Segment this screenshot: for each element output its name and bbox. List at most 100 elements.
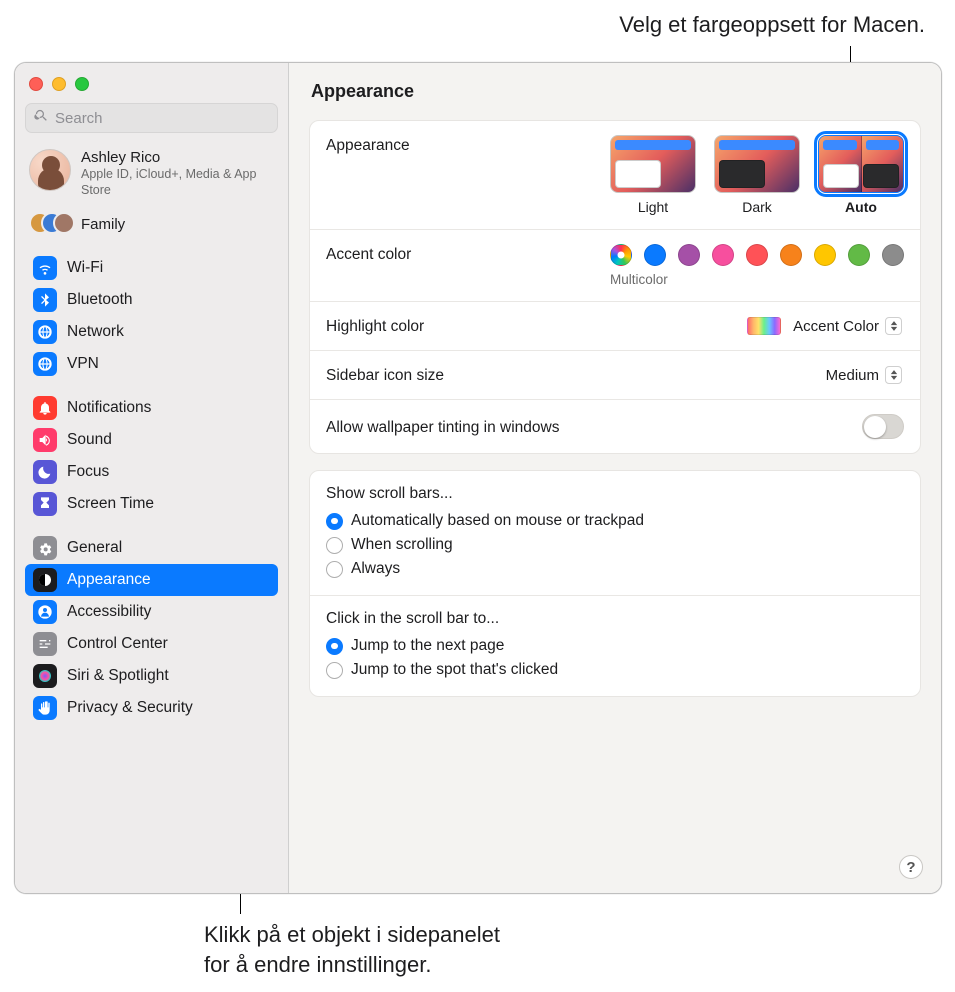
tinting-toggle[interactable] bbox=[862, 414, 904, 439]
radio-icon bbox=[326, 561, 343, 578]
radio-icon bbox=[326, 638, 343, 655]
sidebar-item-label: Accessibility bbox=[67, 603, 151, 621]
radio-label: Jump to the next page bbox=[351, 637, 504, 655]
sidebar-item-label: Appearance bbox=[67, 571, 151, 589]
highlight-swatch bbox=[747, 317, 781, 335]
sidebar-item-label: Wi-Fi bbox=[67, 259, 103, 277]
sidebar-item-notifications[interactable]: Notifications bbox=[25, 392, 278, 424]
sidebar-item-network[interactable]: Network bbox=[25, 316, 278, 348]
apple-id-row[interactable]: Ashley Rico Apple ID, iCloud+, Media & A… bbox=[25, 147, 278, 206]
accent-green[interactable] bbox=[848, 244, 870, 266]
sidebar-item-wifi[interactable]: Wi-Fi bbox=[25, 252, 278, 284]
moon-icon bbox=[33, 460, 57, 484]
scrollclick-title: Click in the scroll bar to... bbox=[326, 610, 904, 628]
sidebar-item-label: Siri & Spotlight bbox=[67, 667, 169, 685]
settings-window: Ashley Rico Apple ID, iCloud+, Media & A… bbox=[14, 62, 942, 894]
help-button[interactable]: ? bbox=[899, 855, 923, 879]
search-input[interactable] bbox=[55, 110, 269, 127]
sidebar-item-label: Screen Time bbox=[67, 495, 154, 513]
accent-multicolor[interactable] bbox=[610, 244, 632, 266]
main-pane: Appearance Appearance Light Dark Auto Acce… bbox=[289, 63, 941, 893]
bell-icon bbox=[33, 396, 57, 420]
sidebar-item-label: Control Center bbox=[67, 635, 168, 653]
sidebar-item-bluetooth[interactable]: Bluetooth bbox=[25, 284, 278, 316]
appearance-option-label: Light bbox=[610, 199, 696, 215]
close-button[interactable] bbox=[29, 77, 43, 91]
chevron-updown-icon bbox=[885, 366, 902, 384]
sidebar: Ashley Rico Apple ID, iCloud+, Media & A… bbox=[15, 63, 289, 893]
sidebar-item-label: General bbox=[67, 539, 122, 557]
radio-icon bbox=[326, 537, 343, 554]
accent-graphite[interactable] bbox=[882, 244, 904, 266]
highlight-popup[interactable]: Accent Color bbox=[747, 317, 904, 335]
appearance-panel: Appearance LightDarkAuto Accent color Mu… bbox=[309, 120, 921, 454]
radio-label: Automatically based on mouse or trackpad bbox=[351, 512, 644, 530]
speaker-icon bbox=[33, 428, 57, 452]
scrollclick-option-1[interactable]: Jump to the spot that's clicked bbox=[326, 658, 904, 682]
sidebar-item-label: VPN bbox=[67, 355, 99, 373]
sidebar-item-accessibility[interactable]: Accessibility bbox=[25, 596, 278, 628]
sidebar-item-label: Bluetooth bbox=[67, 291, 133, 309]
scrollclick-option-0[interactable]: Jump to the next page bbox=[326, 634, 904, 658]
appearance-option-auto[interactable]: Auto bbox=[818, 135, 904, 215]
minimize-button[interactable] bbox=[52, 77, 66, 91]
appearance-label: Appearance bbox=[326, 135, 410, 155]
appearance-options: Light Dark Auto bbox=[610, 135, 904, 215]
scrollbars-option-2[interactable]: Always bbox=[326, 557, 904, 581]
siri-icon bbox=[33, 664, 57, 688]
accent-purple[interactable] bbox=[678, 244, 700, 266]
sidebar-item-screentime[interactable]: Screen Time bbox=[25, 488, 278, 520]
sidebar-item-controlcenter[interactable]: Control Center bbox=[25, 628, 278, 660]
sidebar-item-label: Sound bbox=[67, 431, 112, 449]
scrollclick-group: Click in the scroll bar to... Jump to th… bbox=[310, 596, 920, 696]
search-field[interactable] bbox=[25, 103, 278, 133]
account-name: Ashley Rico bbox=[81, 149, 274, 166]
accent-orange[interactable] bbox=[780, 244, 802, 266]
sidebar-item-general[interactable]: General bbox=[25, 532, 278, 564]
wifi-icon bbox=[33, 256, 57, 280]
sidebar-item-sound[interactable]: Sound bbox=[25, 424, 278, 456]
highlight-value: Accent Color bbox=[793, 318, 879, 335]
accent-blue[interactable] bbox=[644, 244, 666, 266]
callout-bottom: Klikk på et objekt i sidepanelet for å e… bbox=[204, 920, 500, 979]
sidebar-size-value: Medium bbox=[826, 367, 879, 384]
radio-label: When scrolling bbox=[351, 536, 453, 554]
scrollbars-title: Show scroll bars... bbox=[326, 485, 904, 503]
appearance-option-label: Dark bbox=[714, 199, 800, 215]
accent-red[interactable] bbox=[746, 244, 768, 266]
callout-top: Velg et fargeoppsett for Macen. bbox=[619, 12, 925, 38]
globe-icon bbox=[33, 352, 57, 376]
search-icon bbox=[34, 108, 55, 128]
sidebar-item-appearance[interactable]: Appearance bbox=[25, 564, 278, 596]
sidebar-item-privacy[interactable]: Privacy & Security bbox=[25, 692, 278, 724]
hourglass-icon bbox=[33, 492, 57, 516]
sidebar-item-focus[interactable]: Focus bbox=[25, 456, 278, 488]
sidebar-nav: Wi-Fi Bluetooth Network VPN Notification… bbox=[25, 252, 278, 891]
window-controls bbox=[25, 73, 278, 103]
avatar bbox=[29, 149, 71, 191]
radio-icon bbox=[326, 662, 343, 679]
accent-yellow[interactable] bbox=[814, 244, 836, 266]
scroll-panel: Show scroll bars... Automatically based … bbox=[309, 470, 921, 697]
zoom-button[interactable] bbox=[75, 77, 89, 91]
gear-icon bbox=[33, 536, 57, 560]
scrollbars-option-0[interactable]: Automatically based on mouse or trackpad bbox=[326, 509, 904, 533]
page-title: Appearance bbox=[289, 63, 941, 114]
highlight-label: Highlight color bbox=[326, 316, 424, 336]
tinting-label: Allow wallpaper tinting in windows bbox=[326, 417, 559, 437]
radio-label: Jump to the spot that's clicked bbox=[351, 661, 558, 679]
scrollbars-option-1[interactable]: When scrolling bbox=[326, 533, 904, 557]
accent-pink[interactable] bbox=[712, 244, 734, 266]
account-subtitle: Apple ID, iCloud+, Media & App Store bbox=[81, 167, 274, 198]
scrollbars-group: Show scroll bars... Automatically based … bbox=[310, 471, 920, 596]
appearance-option-dark[interactable]: Dark bbox=[714, 135, 800, 215]
sidebar-item-siri[interactable]: Siri & Spotlight bbox=[25, 660, 278, 692]
family-icon bbox=[29, 212, 71, 236]
hand-icon bbox=[33, 696, 57, 720]
sliders-icon bbox=[33, 632, 57, 656]
family-row[interactable]: Family bbox=[25, 206, 278, 246]
sidebar-size-popup[interactable]: Medium bbox=[826, 366, 904, 384]
sidebar-item-vpn[interactable]: VPN bbox=[25, 348, 278, 380]
bluetooth-icon bbox=[33, 288, 57, 312]
appearance-option-light[interactable]: Light bbox=[610, 135, 696, 215]
